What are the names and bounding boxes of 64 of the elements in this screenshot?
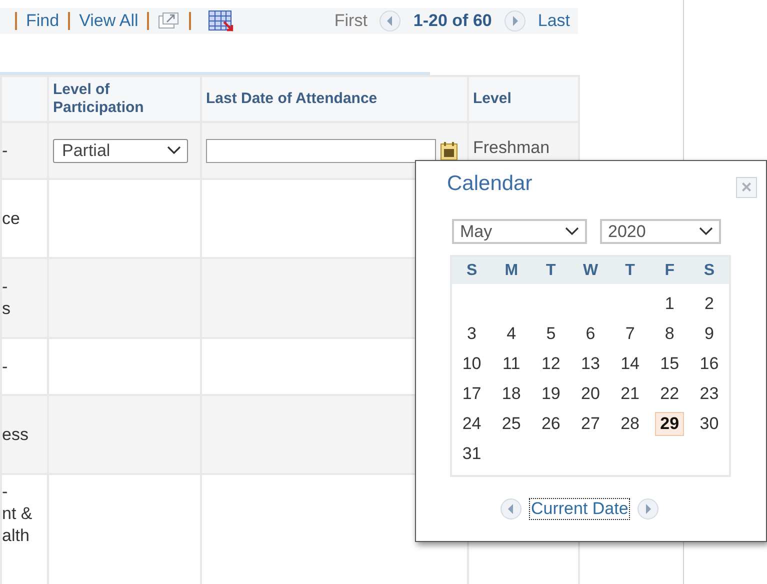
calendar-title: Calendar	[447, 172, 532, 196]
first-label: First	[334, 11, 368, 31]
calendar-day[interactable]: 13	[577, 353, 604, 375]
calendar-day[interactable]: 9	[700, 323, 718, 345]
calendar-day[interactable]: 16	[696, 353, 723, 375]
calendar-day[interactable]: 31	[458, 443, 486, 465]
current-date-link[interactable]: Current Date	[530, 499, 630, 519]
date-field[interactable]	[206, 138, 436, 162]
weekday-label: T	[624, 262, 636, 280]
calendar-day[interactable]: 21	[616, 383, 644, 405]
month-dropdown[interactable]: May	[452, 219, 587, 244]
calendar-day[interactable]: 24	[458, 413, 486, 435]
calendar-day[interactable]: 29	[655, 412, 684, 436]
calendar-day[interactable]: 11	[498, 353, 524, 375]
calendar-day[interactable]: 7	[621, 323, 639, 345]
weekday-label: T	[545, 262, 557, 280]
calendar-day[interactable]: 18	[498, 383, 525, 405]
calendar-day[interactable]: 23	[696, 383, 723, 405]
calendar-day[interactable]: 22	[656, 383, 684, 405]
calendar-day[interactable]: 20	[577, 383, 604, 405]
participation-dropdown[interactable]: Partial	[53, 138, 188, 162]
table-cell-text: - nt & alth	[3, 481, 34, 547]
view-all-link[interactable]: View All	[79, 11, 138, 31]
table-cell-text: ce	[3, 208, 21, 230]
weekday-label: W	[582, 262, 600, 280]
calendar-day[interactable]: 6	[582, 323, 600, 345]
year-dropdown[interactable]: 2020	[600, 219, 721, 244]
calendar-day[interactable]: 8	[660, 323, 678, 345]
column-header: Level of Participation	[53, 81, 144, 116]
popout-icon[interactable]	[158, 11, 180, 31]
caret-icon[interactable]	[699, 227, 713, 236]
calendar-day[interactable]: 27	[577, 413, 604, 435]
spreadsheet-download-icon[interactable]	[208, 10, 234, 32]
weekday-label: M	[504, 262, 520, 280]
table-cell-text: -	[3, 356, 9, 378]
calendar-day[interactable]: 30	[696, 413, 723, 435]
weekday-label: S	[465, 262, 478, 280]
calendar-day[interactable]: 1	[660, 292, 678, 314]
calendar-day[interactable]: 19	[537, 383, 564, 405]
calendar-day[interactable]: 26	[537, 413, 564, 435]
column-header: Level	[473, 90, 512, 107]
table-cell-text: -	[3, 140, 9, 162]
calendar-day[interactable]: 17	[458, 383, 486, 405]
calendar-day[interactable]: 15	[656, 353, 684, 375]
last-link[interactable]: Last	[538, 11, 570, 31]
calendar-day[interactable]: 28	[616, 413, 644, 435]
calendar-day[interactable]: 4	[502, 323, 520, 345]
find-link[interactable]: Find	[26, 11, 60, 31]
calendar-day[interactable]: 2	[700, 292, 718, 314]
row-range: 1-20 of 60	[413, 11, 492, 31]
calendar-day[interactable]: 25	[498, 413, 525, 435]
calendar-day[interactable]: 14	[616, 353, 644, 375]
calendar-day[interactable]: 3	[463, 323, 481, 345]
column-header: Last Date of Attendance	[206, 90, 378, 107]
weekday-label: S	[702, 262, 716, 280]
table-cell-text: ess	[3, 424, 30, 446]
caret-icon[interactable]	[565, 227, 579, 236]
caret-icon[interactable]	[167, 146, 181, 155]
table-cell: Freshman	[473, 138, 550, 157]
calendar-icon[interactable]	[440, 140, 458, 160]
calendar-day[interactable]: 12	[537, 353, 564, 375]
weekday-label: F	[664, 262, 676, 280]
calendar-day[interactable]: 10	[458, 353, 486, 375]
calendar-day[interactable]: 5	[542, 323, 560, 345]
